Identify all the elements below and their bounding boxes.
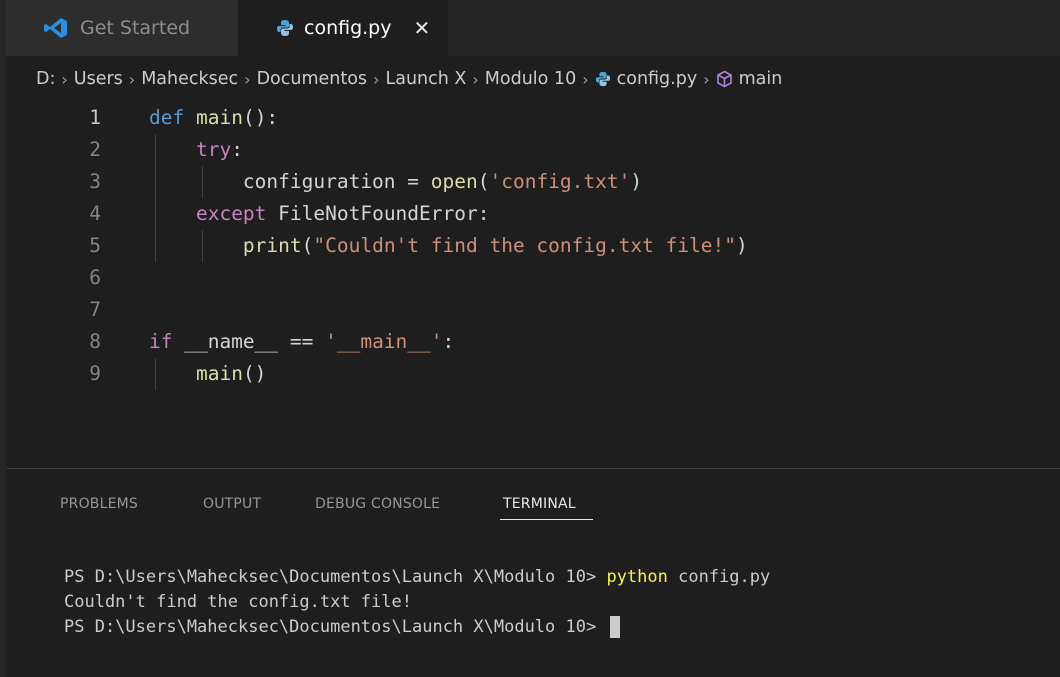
active-tab-indicator [500, 519, 593, 520]
breadcrumb-launch-x[interactable]: Launch X [385, 69, 466, 89]
terminal-prompt: PS D:\Users\Mahecksec\Documentos\Launch … [64, 617, 607, 637]
editor-window: Get Started config.py ✕ D: › Users › Mah… [6, 0, 1060, 677]
chevron-right-icon: › [582, 69, 589, 89]
terminal-cursor [610, 616, 621, 638]
chevron-right-icon: › [703, 69, 710, 89]
indent-guide [155, 358, 156, 390]
line-number: 7 [89, 298, 101, 321]
terminal-prompt: PS D:\Users\Mahecksec\Documentos\Launch … [64, 567, 607, 587]
terminal-line: Couldn't find the config.txt file! [64, 592, 412, 612]
line-number: 6 [89, 266, 101, 289]
terminal-args: config.py [667, 567, 771, 587]
python-icon [276, 19, 294, 37]
breadcrumb-documentos[interactable]: Documentos [257, 69, 368, 89]
line-number: 9 [89, 362, 101, 385]
breadcrumb-modulo-10[interactable]: Modulo 10 [485, 69, 576, 89]
terminal-output[interactable]: PS D:\Users\Mahecksec\Documentos\Launch … [64, 565, 770, 640]
chevron-right-icon: › [373, 69, 380, 89]
line-number: 2 [89, 138, 101, 161]
tab-label: Get Started [80, 17, 191, 39]
chevron-right-icon: › [244, 69, 251, 89]
code-text: except FileNotFoundError: [195, 202, 490, 225]
code-line: 3 configuration = open('config.txt') [6, 166, 1060, 198]
tab-problems[interactable]: PROBLEMS [60, 496, 138, 512]
chevron-right-icon: › [472, 69, 479, 89]
panel-tab-bar: PROBLEMS OUTPUT DEBUG CONSOLE TERMINAL [6, 469, 1060, 529]
line-number: 5 [89, 234, 101, 257]
line-number: 4 [89, 202, 101, 225]
terminal-line: PS D:\Users\Mahecksec\Documentos\Launch … [64, 615, 770, 640]
indent-guide [202, 166, 203, 198]
tab-terminal[interactable]: TERMINAL [503, 496, 576, 512]
indent-guide [202, 230, 203, 262]
line-number: 1 [89, 106, 101, 129]
code-text: main() [195, 362, 267, 385]
breadcrumb-symbol[interactable]: main [739, 69, 783, 89]
code-editor[interactable]: 1 def main(): 2 try: 3 configuration = open… [6, 102, 1060, 462]
python-icon [595, 71, 611, 87]
chevron-right-icon: › [61, 69, 68, 89]
tab-bar: Get Started config.py ✕ [6, 0, 1060, 56]
terminal-line: PS D:\Users\Mahecksec\Documentos\Launch … [64, 565, 770, 590]
code-line: 5 print("Couldn't find the config.txt fi… [6, 230, 1060, 262]
code-text: try: [195, 138, 243, 161]
line-number: 8 [89, 330, 101, 353]
code-line: 7 [6, 294, 1060, 326]
code-line: 2 try: [6, 134, 1060, 166]
breadcrumb-drive[interactable]: D: [36, 69, 55, 89]
breadcrumb-users[interactable]: Users [74, 69, 123, 89]
code-line: 1 def main(): [6, 102, 1060, 134]
breadcrumb-mahecksec[interactable]: Mahecksec [141, 69, 238, 89]
line-number: 3 [89, 170, 101, 193]
breadcrumb-file[interactable]: config.py [617, 69, 698, 89]
tab-label: config.py [304, 17, 392, 39]
tab-get-started[interactable]: Get Started [6, 0, 238, 56]
tab-config-py[interactable]: config.py ✕ [238, 0, 448, 56]
code-line: 4 except FileNotFoundError: [6, 198, 1060, 230]
code-text: print("Couldn't find the config.txt file… [242, 234, 748, 257]
symbol-method-icon [716, 70, 733, 88]
code-text: def main(): [149, 106, 279, 129]
terminal-command: python [606, 567, 668, 587]
chevron-right-icon: › [128, 69, 136, 89]
indent-guide [155, 134, 156, 262]
tab-output[interactable]: OUTPUT [203, 496, 261, 512]
code-line: 6 [6, 262, 1060, 294]
breadcrumb: D: › Users › Mahecksec › Documentos › La… [6, 56, 1060, 102]
vscode-icon [44, 17, 68, 39]
tab-debug-console[interactable]: DEBUG CONSOLE [315, 496, 440, 512]
code-line: 8 if __name__ == '__main__': [6, 326, 1060, 358]
code-text: if __name__ == '__main__': [149, 330, 455, 353]
close-icon[interactable]: ✕ [414, 16, 431, 40]
code-text: configuration = open('config.txt') [149, 170, 643, 193]
code-line: 9 main() [6, 358, 1060, 390]
